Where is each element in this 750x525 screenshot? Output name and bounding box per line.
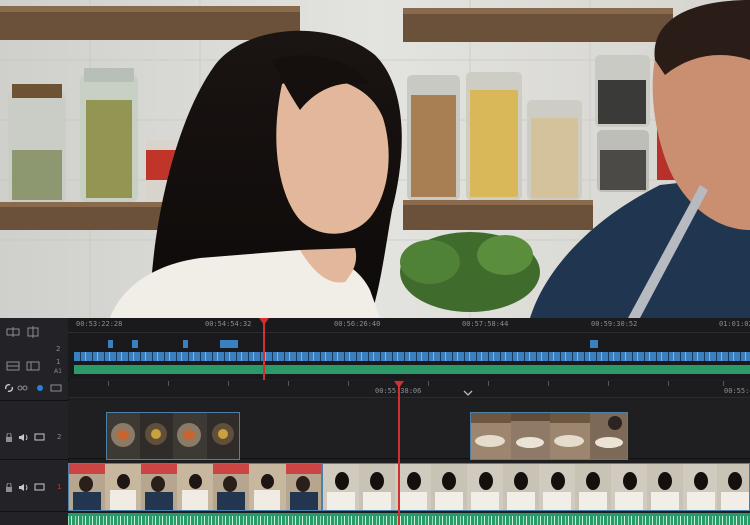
ruler-timecode: 00:55:42 xyxy=(724,387,750,395)
mini-timecode: 00:56:26:40 xyxy=(334,320,381,328)
main-timeline-ruler[interactable]: 00:55:38:06 00:55:42 xyxy=(68,381,750,398)
mini-timecode: 00:59:30:52 xyxy=(591,320,638,328)
video-clip[interactable] xyxy=(68,463,322,511)
track-number-v2: 2 xyxy=(57,433,62,441)
speaker-icon[interactable] xyxy=(18,433,29,442)
video-clip[interactable] xyxy=(322,463,750,511)
mini-track-label-v1: 1 xyxy=(56,358,61,366)
track-header-column: 2 1 A1 2 1 xyxy=(0,318,69,525)
playhead[interactable] xyxy=(398,384,400,525)
mini-clip[interactable] xyxy=(132,340,138,348)
track-view-icon[interactable] xyxy=(6,360,20,372)
timeline-panel[interactable]: 2 1 A1 2 1 00:53:22:28 00:54:54:32 00:56… xyxy=(0,318,750,525)
audio-clip-a1[interactable] xyxy=(68,513,750,525)
chevron-down-icon[interactable] xyxy=(463,390,473,396)
lock-icon[interactable] xyxy=(5,483,13,492)
track-header-v2[interactable]: 2 xyxy=(0,400,68,460)
lock-icon[interactable] xyxy=(5,433,13,442)
mini-clip[interactable] xyxy=(108,340,113,348)
mini-track-label-v2: 2 xyxy=(56,345,61,353)
mini-timecode: 01:01:02:56 xyxy=(719,320,750,328)
mini-clip[interactable] xyxy=(590,340,598,348)
mini-track-label-a1: A1 xyxy=(54,368,62,375)
mini-timecode: 00:54:54:32 xyxy=(205,320,252,328)
speaker-icon[interactable] xyxy=(18,483,29,492)
audio-waveform xyxy=(68,516,750,525)
mini-timeline-ruler[interactable]: 00:53:22:28 00:54:54:32 00:56:26:40 00:5… xyxy=(68,318,750,333)
mini-timecode: 00:57:58:44 xyxy=(462,320,509,328)
scissors-icon[interactable] xyxy=(6,326,20,338)
mini-clip[interactable] xyxy=(220,340,238,348)
snapping-icon[interactable] xyxy=(17,384,29,392)
video-clip[interactable] xyxy=(106,412,240,460)
trim-icon[interactable] xyxy=(26,326,40,338)
mini-clip[interactable] xyxy=(183,340,188,348)
video-frame xyxy=(0,0,750,318)
track-header-v1[interactable]: 1 xyxy=(0,461,68,512)
video-clip[interactable] xyxy=(470,412,628,460)
monitor-icon[interactable] xyxy=(34,433,45,442)
mini-video-track[interactable] xyxy=(74,352,750,361)
link-icon[interactable] xyxy=(4,383,14,393)
mini-timeline-tracks[interactable] xyxy=(68,333,750,379)
mini-timecode: 00:53:22:28 xyxy=(76,320,123,328)
flag-icon[interactable] xyxy=(50,384,62,392)
track-height-icon[interactable] xyxy=(26,360,40,372)
mini-playhead[interactable] xyxy=(263,320,265,380)
monitor-icon[interactable] xyxy=(34,483,45,492)
track-number-v1: 1 xyxy=(57,483,62,491)
position-lock-icon[interactable] xyxy=(36,384,44,392)
mini-audio-track[interactable] xyxy=(74,365,750,374)
video-viewer[interactable] xyxy=(0,0,750,318)
